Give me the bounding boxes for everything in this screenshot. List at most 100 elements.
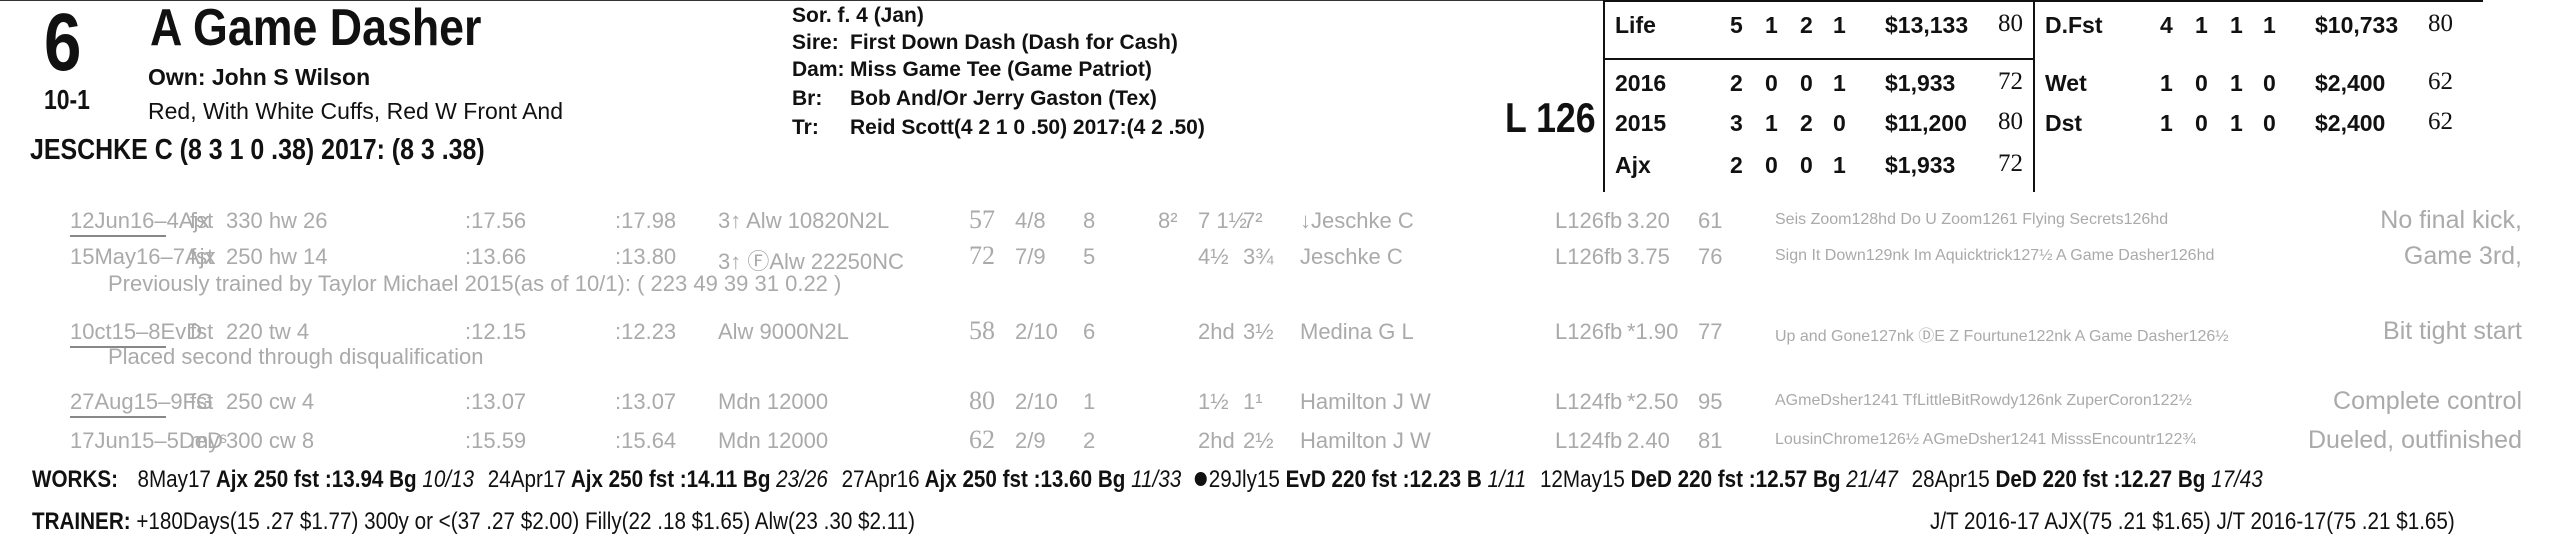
stat-wins: 1 [1765, 110, 1778, 136]
pp-date: 12Jun16–4Ajx [70, 208, 210, 233]
stat-earnings: $2,400 [2315, 110, 2386, 136]
work-track: Ajx 250 fst :13.94 Bg [210, 466, 423, 493]
stat-earnings: $13,133 [1885, 12, 1969, 38]
pp-call: 8² [1158, 208, 1178, 233]
pp-fraction: :13.07 [465, 389, 527, 414]
breeder: Bob And/Or Jerry Gaston (Tex) [850, 87, 1157, 110]
pp-race-class: Mdn 12000 [718, 428, 829, 453]
stat-starts: 1 [2160, 70, 2173, 96]
work-rank: 21/47 [1846, 466, 1898, 493]
stat-starts: 4 [2160, 12, 2173, 38]
pp-start: 5 [1083, 244, 1096, 269]
stat-label: 2015 [1615, 110, 1667, 136]
pp-final-time: :13.07 [615, 389, 677, 414]
stat-label: D.Fst [2045, 12, 2103, 38]
dq-note: Placed second through disqualification [108, 344, 484, 369]
stat-earnings: $2,400 [2315, 70, 2386, 96]
pp-odds: *1.90 [1627, 319, 1679, 344]
stat-starts: 3 [1730, 110, 1743, 136]
pp-weight: L126fb [1555, 244, 1623, 269]
stat-wins: 0 [1765, 152, 1778, 178]
previously-trained-note: Previously trained by Taylor Michael 201… [108, 271, 842, 296]
pp-comment: No final kick, [2380, 206, 2522, 234]
pp-finish: 3½ [1243, 319, 1274, 344]
pp-condition: fst [190, 244, 214, 269]
pp-distance: 250 hw 14 [226, 244, 328, 269]
pp-jockey: ↓Jeschke C [1300, 208, 1414, 233]
trainer-label: Tr: [792, 116, 819, 139]
pp-fraction: :15.59 [465, 428, 527, 453]
jockey-line: JESCHKE C (8 3 1 0 .38) 2017: (8 3 .38) [30, 134, 485, 166]
pp-jockey: Medina G L [1300, 319, 1414, 344]
pp-distance: 330 hw 26 [226, 208, 328, 233]
pp-odds: 3.20 [1627, 208, 1670, 233]
stat-starts: 5 [1730, 12, 1743, 38]
pp-start: 8 [1083, 208, 1096, 233]
pp-stretch: 2hd [1198, 319, 1235, 344]
stat-starts: 2 [1730, 152, 1743, 178]
stat-shows: 0 [1833, 110, 1846, 136]
pp-figure: 81 [1698, 428, 1723, 453]
pp-speed: 58 [969, 316, 995, 345]
pp-speed: 80 [969, 386, 995, 415]
work-entry: 8May17 Ajx 250 fst :13.94 Bg 10/13 [137, 466, 474, 493]
stat-earnings: $11,200 [1885, 110, 1967, 136]
pp-fraction: :12.15 [465, 319, 527, 344]
pp-distance: 220 tw 4 [226, 319, 310, 344]
trainer: Reid Scott(4 2 1 0 .50) 2017:(4 2 .50) [850, 116, 1205, 139]
pp-weight: L124fb [1555, 428, 1623, 453]
work-entry: 28Apr15 DeD 220 fst :12.27 Bg 17/43 [1912, 466, 2263, 493]
pp-figure: 61 [1698, 208, 1723, 233]
stat-shows: 1 [1833, 12, 1846, 38]
pp-condition: fst [190, 389, 214, 414]
works-line: WORKS: 8May17 Ajx 250 fst :13.94 Bg 10/1… [32, 466, 2263, 494]
pp-post: 7/9 [1015, 244, 1046, 269]
pp-weight: L126fb [1555, 319, 1623, 344]
work-entry: 29Jly15 EvD 220 fst :12.23 B 1/11 [1194, 466, 1526, 493]
pp-top-three: Up and Gone127nk ⒹE Z Fourtune122nk A Ga… [1775, 328, 2229, 345]
pp-jockey: Hamilton J W [1300, 389, 1431, 414]
stat-wins: 1 [1765, 12, 1778, 38]
pp-figure: 95 [1698, 389, 1723, 414]
pp-top-three: Sign It Down129nk Im Aquicktrick127½ A G… [1775, 247, 2215, 264]
stat-shows: 1 [1833, 70, 1846, 96]
pp-race-class: 3↑ Alw 10820N2L [718, 208, 890, 233]
stat-shows: 1 [1833, 152, 1846, 178]
pp-finish: 2½ [1243, 428, 1274, 453]
pp-race-class: Mdn 12000 [718, 389, 829, 414]
pp-date-underline [70, 416, 166, 418]
pp-comment: Bit tight start [2383, 317, 2522, 345]
trainer-stats-line: TRAINER: +180Days(15 .27 $1.77) 300y or … [32, 508, 915, 536]
horse-name: A Game Dasher [150, 0, 482, 57]
pp-final-time: :13.80 [615, 244, 677, 269]
pp-start: 1 [1083, 389, 1096, 414]
pp-comment: Complete control [2333, 387, 2522, 415]
sex-age: Sor. f. 4 (Jan) [792, 4, 924, 27]
pp-speed: 72 [969, 241, 995, 270]
owner: Own: John S Wilson [148, 64, 371, 90]
trainer-stats-label: TRAINER: [32, 508, 131, 535]
stat-shows: 1 [2263, 12, 2276, 38]
pp-top-three: Seis Zoom128hd Do U Zoom1261 Flying Secr… [1775, 211, 2169, 228]
stat-wins: 0 [2195, 110, 2208, 136]
stat-speed: 80 [2428, 10, 2453, 37]
work-track: DeD 220 fst :12.27 Bg [1989, 466, 2212, 493]
stat-speed: 62 [2428, 108, 2453, 135]
breeder-label: Br: [792, 87, 823, 110]
pp-comment: Dueled, outfinished [2307, 426, 2522, 454]
pp-date: 10ct15–8EvD [70, 319, 203, 344]
stat-speed: 62 [2428, 68, 2453, 95]
stat-places: 2 [1800, 12, 1813, 38]
work-entry: 12May15 DeD 220 fst :12.57 Bg 21/47 [1540, 466, 1898, 493]
weight-assignment: L 126 [1505, 94, 1596, 141]
pp-odds: *2.50 [1627, 389, 1679, 414]
stats-top-rule [1603, 0, 2483, 2]
pp-jockey: Jeschke C [1300, 244, 1403, 269]
stat-places: 1 [2230, 70, 2243, 96]
stats-left-rule [1603, 0, 1605, 192]
stat-speed: 80 [1998, 10, 2023, 37]
stat-label: Wet [2045, 70, 2087, 96]
stat-shows: 0 [2263, 110, 2276, 136]
stat-label: Dst [2045, 110, 2083, 136]
pp-odds: 2.40 [1627, 428, 1670, 453]
